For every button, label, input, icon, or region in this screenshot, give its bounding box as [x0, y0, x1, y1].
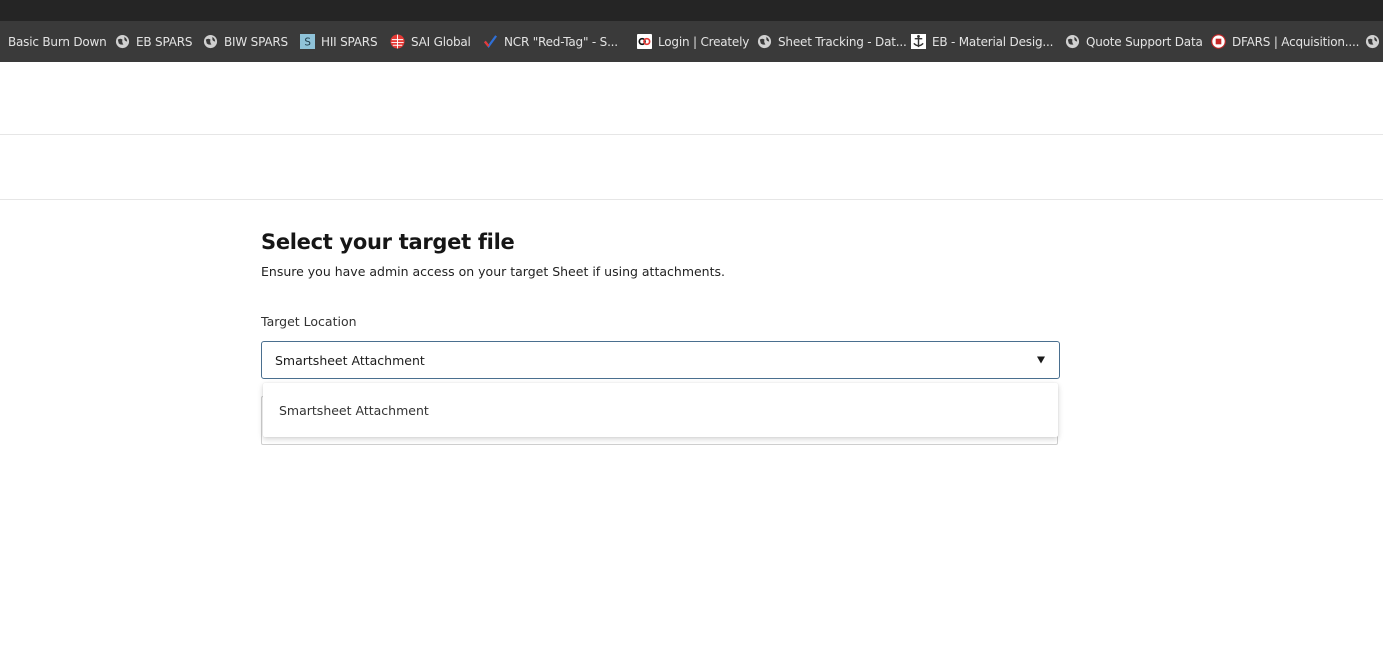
target-location-label: Target Location: [261, 314, 357, 329]
target-location-select[interactable]: Smartsheet Attachment: [261, 341, 1060, 379]
globe-icon: [114, 34, 130, 50]
bookmarks-bar: Basic Burn Down EB SPARS BIW SPARS S HII…: [0, 21, 1383, 62]
dropdown-option-label: Smartsheet Attachment: [279, 402, 429, 418]
bookmark-label: EB - Material Desig...: [932, 34, 1054, 49]
bookmark-label: BIW SPARS: [224, 34, 288, 49]
bookmark-creately[interactable]: Login | Creately: [636, 21, 749, 62]
checkmark-icon: [482, 34, 498, 50]
bookmark-quote-support-data[interactable]: Quote Support Data: [1064, 21, 1203, 62]
bookmark-eb-material-design[interactable]: EB - Material Desig...: [910, 21, 1053, 62]
toolbar-divider: [0, 199, 1383, 200]
bookmark-label: Quote Support Data: [1086, 34, 1203, 49]
globe-icon: [1064, 34, 1080, 50]
svg-text:S: S: [304, 36, 310, 48]
bookmark-label: HII SPARS: [321, 34, 378, 49]
page-subtitle: Ensure you have admin access on your tar…: [261, 264, 725, 279]
caret-down-icon: [1037, 356, 1045, 364]
bookmark-sheet-tracking[interactable]: Sheet Tracking - Dat...: [756, 21, 907, 62]
globe-icon: [1364, 34, 1380, 50]
bookmark-biw-spars[interactable]: BIW SPARS: [202, 21, 288, 62]
bookmark-eb-spars[interactable]: EB SPARS: [114, 21, 192, 62]
bookmark-label: EB SPARS: [136, 34, 193, 49]
bookmark-label: Login | Creately: [658, 34, 750, 49]
browser-top-strip: [0, 0, 1383, 21]
bookmark-label: Basic Burn Down: [8, 34, 107, 49]
page-title: Select your target file: [261, 230, 515, 254]
target-location-selected-value: Smartsheet Attachment: [275, 352, 425, 368]
bookmark-sai-global[interactable]: SAI Global: [389, 21, 471, 62]
bookmark-dfars[interactable]: DFARS | Acquisition....: [1210, 21, 1359, 62]
globe-icon: [202, 34, 218, 50]
bookmark-label: SAI Global: [411, 34, 471, 49]
bookmark-label: Sheet Tracking - Dat...: [778, 34, 907, 49]
creately-icon: [636, 34, 652, 50]
header-divider: [0, 134, 1383, 135]
bookmark-hii-spars[interactable]: S HII SPARS: [299, 21, 378, 62]
s-square-icon: S: [299, 34, 315, 50]
bookmark-basic-burn-down[interactable]: Basic Burn Down: [0, 21, 107, 62]
bookmark-label: NCR "Red-Tag" - S...: [504, 34, 618, 49]
target-location-dropdown-menu: Smartsheet Attachment: [263, 383, 1058, 437]
dropdown-option-smartsheet-attachment[interactable]: Smartsheet Attachment: [263, 383, 1058, 437]
globe-icon: [756, 34, 772, 50]
bookmark-label: DFARS | Acquisition....: [1232, 34, 1360, 49]
bookmark-globe[interactable]: [1364, 21, 1383, 62]
sai-globe-icon: [389, 34, 405, 50]
bookmark-ncr-red-tag[interactable]: NCR "Red-Tag" - S...: [482, 21, 618, 62]
anchor-icon: [910, 34, 926, 50]
dfars-seal-icon: [1210, 34, 1226, 50]
